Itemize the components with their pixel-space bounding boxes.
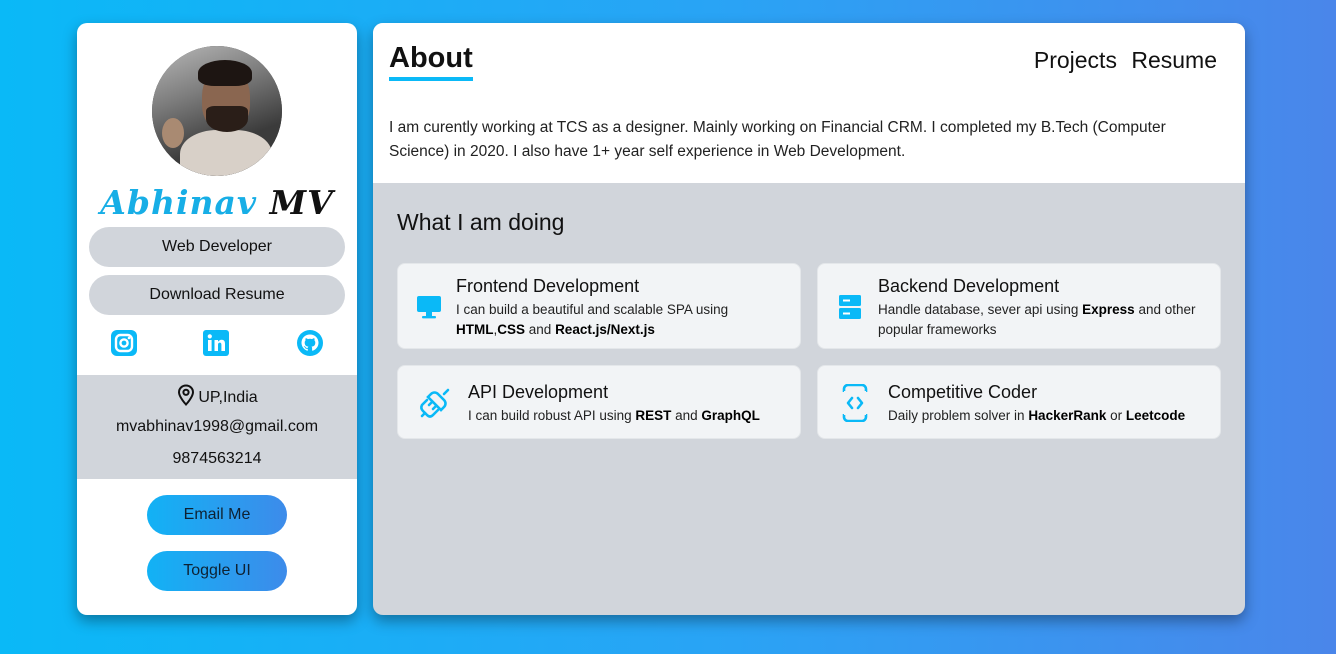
location: UP,India [77, 384, 357, 407]
role-badge: Web Developer [89, 227, 345, 267]
card-text: I can build robust API using REST and Gr… [468, 408, 760, 423]
page-title: About [389, 41, 473, 81]
section-title: What I am doing [397, 209, 565, 235]
service-card-frontend: Frontend Development I can build a beaut… [397, 263, 801, 349]
server-icon [838, 294, 862, 325]
location-text: UP,India [198, 389, 258, 406]
contact-info: UP,India mvabhinav1998@gmail.com 9874563… [77, 375, 357, 479]
last-name: MV [269, 183, 334, 222]
nav-resume[interactable]: Resume [1131, 47, 1217, 73]
toggle-ui-button[interactable]: Toggle UI [147, 551, 287, 591]
card-title: Competitive Coder [888, 382, 1038, 402]
about-section: About Projects Resume I am curently work… [373, 23, 1245, 183]
card-text: Handle database, sever api using Express… [878, 302, 1196, 337]
service-card-backend: Backend Development Handle database, sev… [817, 263, 1221, 349]
profile-name: Abhinav MV [77, 183, 357, 222]
profile-card: Abhinav MV Web Developer Download Resume [77, 23, 357, 615]
monitor-icon [416, 294, 442, 325]
bio-text: I am curently working at TCS as a design… [389, 119, 1166, 160]
email-address: mvabhinav1998@gmail.com [115, 418, 319, 435]
main-panel: About Projects Resume I am curently work… [373, 23, 1245, 615]
code-icon [842, 383, 868, 427]
email-me-button[interactable]: Email Me [147, 495, 287, 535]
card-text: I can build a beautiful and scalable SPA… [456, 302, 729, 337]
first-name: Abhinav [100, 183, 258, 222]
linkedin-icon[interactable] [202, 329, 230, 357]
avatar [152, 46, 282, 176]
card-title: API Development [468, 382, 609, 402]
card-text: Daily problem solver in HackerRank or Le… [888, 408, 1186, 423]
download-resume-button[interactable]: Download Resume [89, 275, 345, 315]
social-links [77, 329, 357, 357]
service-card-competitive: Competitive Coder Daily problem solver i… [817, 365, 1221, 439]
top-nav: Projects Resume [1026, 47, 1217, 74]
phone-number: 9874563214 [172, 450, 262, 467]
plug-icon [418, 386, 452, 425]
card-title: Backend Development [878, 276, 1060, 296]
card-title: Frontend Development [456, 276, 640, 296]
service-card-api: API Development I can build robust API u… [397, 365, 801, 439]
github-icon[interactable] [296, 329, 324, 357]
instagram-icon[interactable] [110, 329, 138, 357]
nav-projects[interactable]: Projects [1034, 47, 1117, 73]
location-pin-icon [178, 384, 195, 406]
